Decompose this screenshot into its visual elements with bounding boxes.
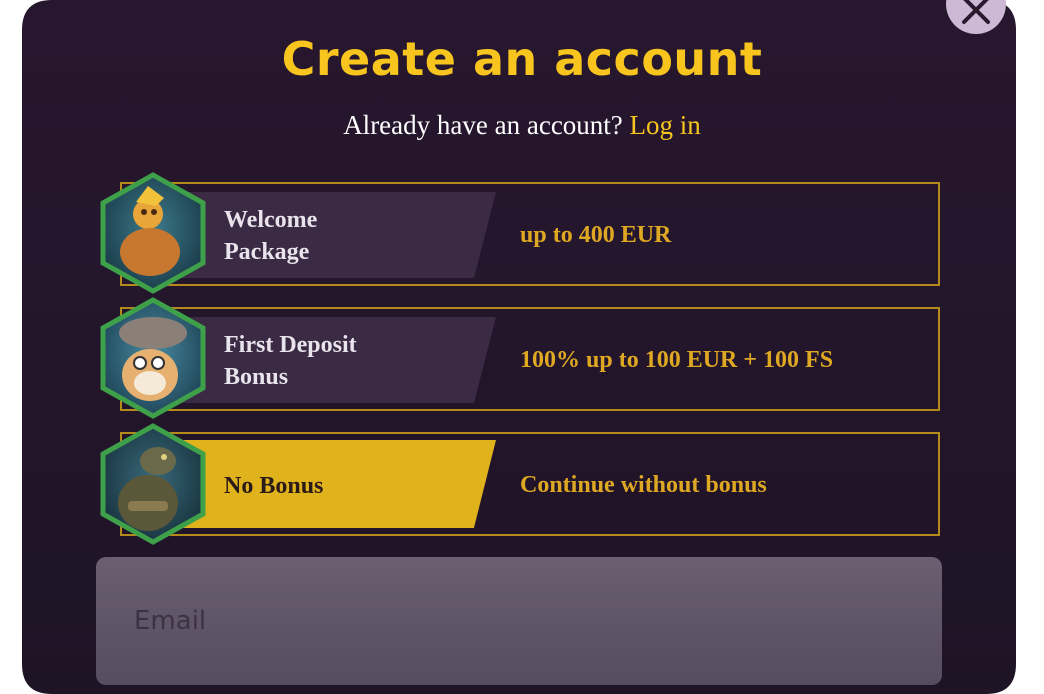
bonus-name: No Bonus xyxy=(224,473,324,499)
lizard-warrior-avatar-icon xyxy=(100,423,206,545)
email-field[interactable] xyxy=(96,557,942,685)
page-background-left xyxy=(0,0,22,694)
page-title: Create an account xyxy=(281,32,763,86)
login-link[interactable]: Log in xyxy=(630,110,701,140)
bonus-name: Welcome Package xyxy=(224,204,317,268)
bonus-option-no-bonus[interactable]: No Bonus Continue without bonus xyxy=(120,432,940,536)
bonus-value: Continue without bonus xyxy=(520,472,767,498)
bonus-option-welcome[interactable]: Welcome Package up to 400 EUR xyxy=(120,182,940,286)
corner-tl xyxy=(22,0,52,30)
page-background-right xyxy=(1016,0,1044,694)
close-icon xyxy=(962,0,990,24)
bonus-value: 100% up to 100 EUR + 100 FS xyxy=(520,347,834,373)
bonus-name-line1: Welcome xyxy=(224,207,318,233)
bonus-value: up to 400 EUR xyxy=(520,222,672,248)
bonus-name-line1: First Deposit xyxy=(224,332,357,358)
bonus-option-first-deposit[interactable]: First Deposit Bonus 100% up to 100 EUR +… xyxy=(120,307,940,411)
subtitle-text: Already have an account? xyxy=(343,110,623,140)
bonus-name-line2: Package xyxy=(224,239,310,265)
bonus-name-line2: Bonus xyxy=(224,364,289,390)
bonus-name: First Deposit Bonus xyxy=(224,329,357,393)
golden-monkey-avatar-icon xyxy=(100,172,206,294)
subtitle: Already have an account? Log in xyxy=(0,110,1044,141)
corner-br xyxy=(986,664,1016,694)
corner-bl xyxy=(22,664,52,694)
hamster-mushroom-avatar-icon xyxy=(100,297,206,419)
